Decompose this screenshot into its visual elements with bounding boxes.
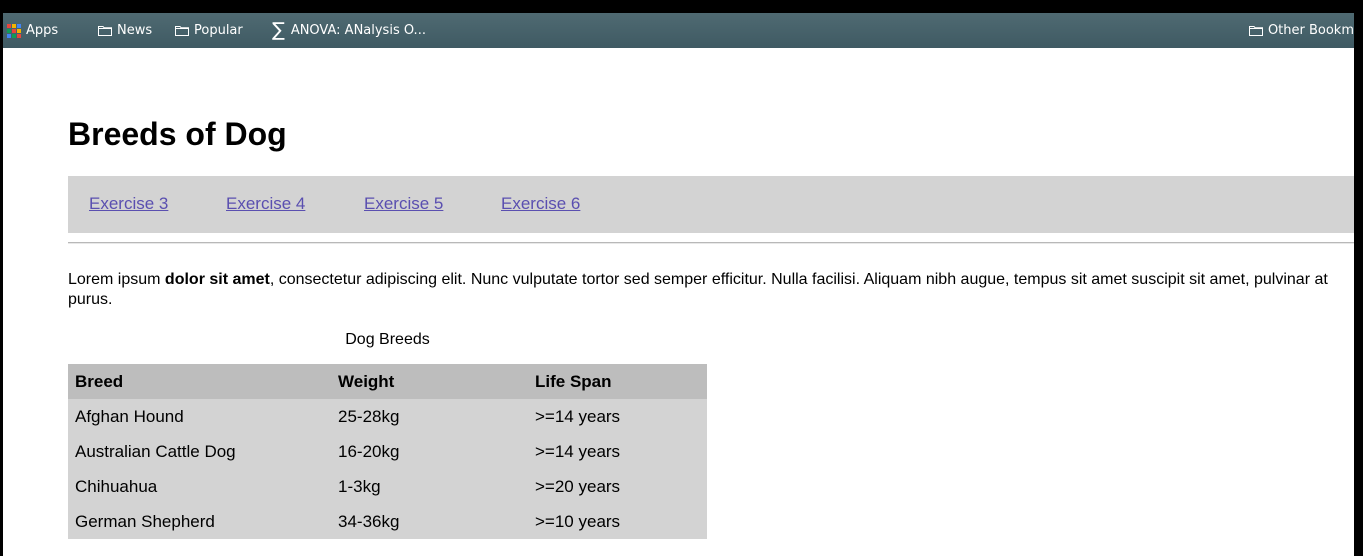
header-life-span: Life Span (528, 364, 707, 399)
bookmark-popular[interactable]: Popular (175, 13, 243, 48)
bookmark-anova[interactable]: ∑ ANOVA: ANalysis O... (272, 13, 426, 48)
cell-breed: Chihuahua (75, 476, 158, 496)
bookmark-other[interactable]: Other Bookm (1248, 13, 1354, 48)
header-breed: Breed (68, 364, 331, 399)
table-row: Chihuahua 1-3kg >=20 years (68, 469, 707, 504)
dog-breeds-table: Breed Weight Life Span Afghan Hound 25-2… (68, 364, 707, 539)
bookmark-news-label: News (117, 23, 153, 38)
table-row: Afghan Hound 25-28kg >=14 years (68, 399, 707, 434)
paragraph-bold-text: dolor sit amet (164, 271, 270, 288)
cell-weight: 16-20kg (338, 441, 400, 461)
cell-weight: 34-36kg (338, 511, 400, 531)
table-caption: Dog Breeds (345, 331, 430, 348)
folder-icon (175, 26, 189, 36)
bookmark-anova-label: ANOVA: ANalysis O... (290, 23, 426, 38)
header-weight: Weight (331, 364, 528, 399)
page-title: Breeds of Dog (68, 116, 287, 152)
bookmark-popular-label: Popular (194, 23, 243, 38)
table-row: German Shepherd 34-36kg >=10 years (68, 504, 707, 539)
cell-weight: 1-3kg (338, 476, 381, 496)
cell-breed: Afghan Hound (75, 406, 184, 426)
cell-life-span: >=20 years (535, 476, 621, 496)
bookmark-apps[interactable]: Apps (7, 13, 58, 48)
nav-link-exercise-4[interactable]: Exercise 4 (226, 194, 305, 214)
table-row: Australian Cattle Dog 16-20kg >=14 years (68, 434, 707, 469)
paragraph-text-start: Lorem ipsum (68, 271, 165, 288)
cell-life-span: >=14 years (535, 441, 621, 461)
nav-bar: Exercise 3 Exercise 4 Exercise 5 Exercis… (68, 176, 1354, 233)
cell-life-span: >=10 years (535, 511, 621, 531)
cell-breed: Australian Cattle Dog (75, 441, 236, 461)
sigma-icon: ∑ (272, 19, 285, 41)
folder-icon (98, 26, 112, 36)
bookmark-apps-label: Apps (26, 23, 59, 38)
horizontal-rule (68, 242, 1354, 244)
folder-icon (1248, 26, 1263, 36)
cell-breed: German Shepherd (75, 511, 215, 531)
intro-paragraph: Lorem ipsum dolor sit amet, consectetur … (68, 270, 1348, 310)
nav-link-exercise-6[interactable]: Exercise 6 (501, 194, 580, 214)
bookmarks-bar: Apps News Popular ∑ ANOVA: ANalysis O...… (3, 13, 1354, 48)
browser-frame: Apps News Popular ∑ ANOVA: ANalysis O...… (3, 13, 1354, 556)
nav-link-exercise-5[interactable]: Exercise 5 (364, 194, 443, 214)
table-header-row: Breed Weight Life Span (68, 364, 707, 399)
cell-weight: 25-28kg (338, 406, 400, 426)
apps-grid-icon (7, 23, 21, 38)
nav-link-exercise-3[interactable]: Exercise 3 (89, 194, 168, 214)
bookmark-other-label: Other Bookm (1267, 23, 1354, 38)
bookmark-news[interactable]: News (98, 13, 152, 48)
cell-life-span: >=14 years (535, 406, 621, 426)
